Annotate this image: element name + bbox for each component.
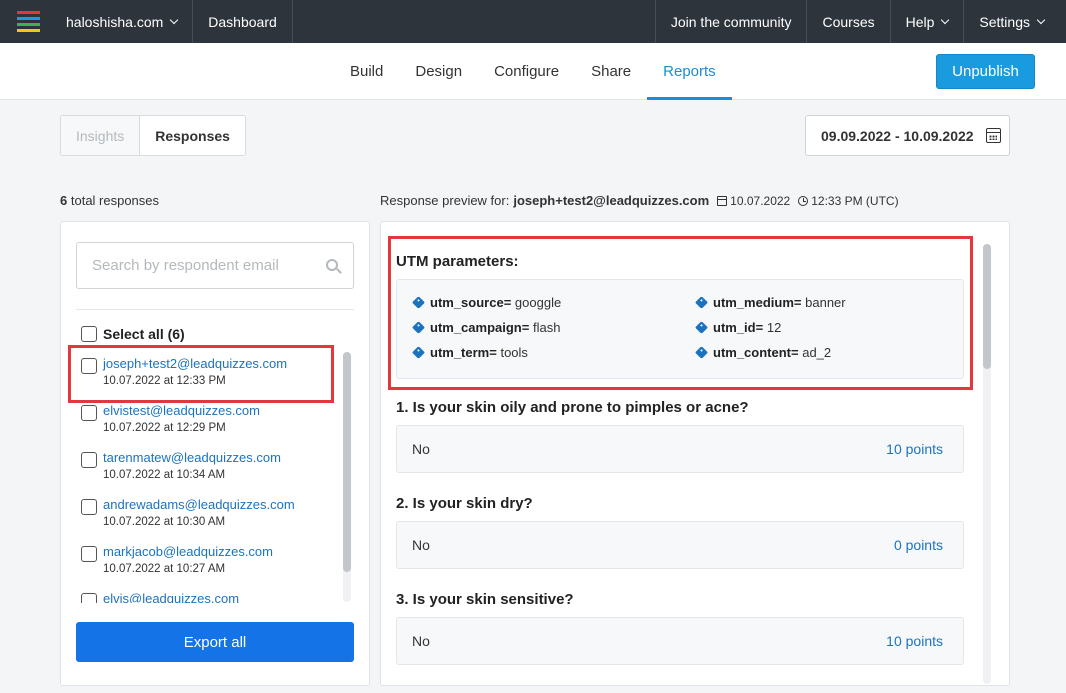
scrollbar-thumb[interactable]	[343, 352, 351, 572]
response-date: 10.07.2022 at 12:29 PM	[103, 422, 226, 434]
response-checkbox[interactable]	[81, 405, 97, 421]
scrollbar-thumb[interactable]	[983, 244, 991, 369]
responses-list-panel: Select all (6) joseph+test2@leadquizzes.…	[60, 221, 370, 686]
chevron-down-icon	[170, 15, 179, 24]
date-range-picker[interactable]: 09.09.2022 - 10.09.2022	[805, 115, 1010, 156]
site-selector[interactable]: haloshisha.com	[56, 0, 194, 43]
tab-reports[interactable]: Reports	[647, 43, 732, 100]
response-checkbox[interactable]	[81, 593, 97, 603]
tab-design[interactable]: Design	[399, 43, 478, 100]
response-checkbox[interactable]	[81, 499, 97, 515]
dashboard-link[interactable]: Dashboard	[193, 0, 293, 43]
calendar-icon	[986, 128, 1001, 143]
response-checkbox[interactable]	[81, 546, 97, 562]
list-item[interactable]: tarenmatew@leadquizzes.com 10.07.2022 at …	[81, 444, 341, 491]
response-preview-header: Response preview for: joseph+test2@leadq…	[380, 193, 899, 208]
response-email[interactable]: elvis@leadquizzes.com	[103, 591, 239, 603]
select-all-checkbox[interactable]	[81, 326, 97, 342]
response-date: 10.07.2022 at 10:34 AM	[103, 469, 226, 481]
list-item[interactable]: elvistest@leadquizzes.com 10.07.2022 at 1…	[81, 397, 341, 444]
response-email[interactable]: markjacob@leadquizzes.com	[103, 544, 273, 560]
insights-toggle-button[interactable]: Insights	[61, 116, 141, 155]
highlight-selected-response	[68, 345, 334, 403]
response-checkbox[interactable]	[81, 452, 97, 468]
clock-icon	[798, 195, 809, 206]
question-title: 1. Is your skin oily and prone to pimple…	[396, 399, 749, 416]
chevron-down-icon	[941, 15, 950, 24]
answer-row: No 10 points	[396, 425, 964, 473]
response-email[interactable]: andrewadams@leadquizzes.com	[103, 497, 295, 513]
export-all-button[interactable]: Export all	[76, 622, 354, 662]
answer-row: No 0 points	[396, 521, 964, 569]
tab-configure[interactable]: Configure	[478, 43, 575, 100]
help-menu[interactable]: Help	[891, 0, 965, 43]
responses-toggle-button[interactable]: Responses	[140, 116, 245, 155]
courses-link[interactable]: Courses	[807, 0, 891, 43]
list-item[interactable]: markjacob@leadquizzes.com 10.07.2022 at 1…	[81, 538, 341, 585]
search-icon[interactable]	[326, 259, 338, 271]
join-community-link[interactable]: Join the community	[654, 0, 808, 43]
answer-points: 0 points	[893, 537, 943, 553]
report-view-toggle: Insights Responses	[60, 115, 246, 156]
answer-text: No	[412, 633, 430, 649]
response-email[interactable]: tarenmatew@leadquizzes.com	[103, 450, 281, 466]
answer-points: 10 points	[886, 633, 943, 649]
divider	[76, 309, 354, 310]
response-date: 10.07.2022 at 10:30 AM	[103, 516, 226, 528]
answer-row: No 10 points	[396, 617, 964, 665]
chevron-down-icon	[1036, 15, 1046, 24]
response-email[interactable]: elvistest@leadquizzes.com	[103, 403, 260, 419]
answer-text: No	[412, 537, 430, 553]
calendar-icon	[717, 195, 728, 206]
search-box	[76, 242, 354, 289]
tab-share[interactable]: Share	[575, 43, 647, 100]
top-navigation-bar: haloshisha.com Dashboard Join the commun…	[0, 0, 1066, 43]
settings-menu[interactable]: Settings	[964, 0, 1066, 43]
question-title: 3. Is your skin sensitive?	[396, 591, 574, 608]
answer-points: 10 points	[886, 441, 943, 457]
total-responses: 6 total responses	[60, 193, 160, 208]
response-date: 10.07.2022 at 10:27 AM	[103, 563, 226, 575]
answer-text: No	[412, 441, 430, 457]
highlight-utm-parameters	[388, 236, 973, 390]
response-list-scrollbar[interactable]	[343, 352, 351, 602]
search-input[interactable]	[92, 243, 322, 288]
list-item[interactable]: elvis@leadquizzes.com	[81, 585, 341, 603]
quiz-subnav: Build Design Configure Share Reports Unp…	[0, 43, 1066, 100]
list-item[interactable]: andrewadams@leadquizzes.com 10.07.2022 at…	[81, 491, 341, 538]
select-all-row[interactable]: Select all (6)	[81, 326, 185, 342]
app-logo-icon[interactable]	[0, 0, 56, 43]
tab-build[interactable]: Build	[334, 43, 399, 100]
preview-scrollbar[interactable]	[983, 244, 991, 684]
unpublish-button[interactable]: Unpublish	[936, 54, 1035, 89]
question-title: 2. Is your skin dry?	[396, 495, 533, 512]
